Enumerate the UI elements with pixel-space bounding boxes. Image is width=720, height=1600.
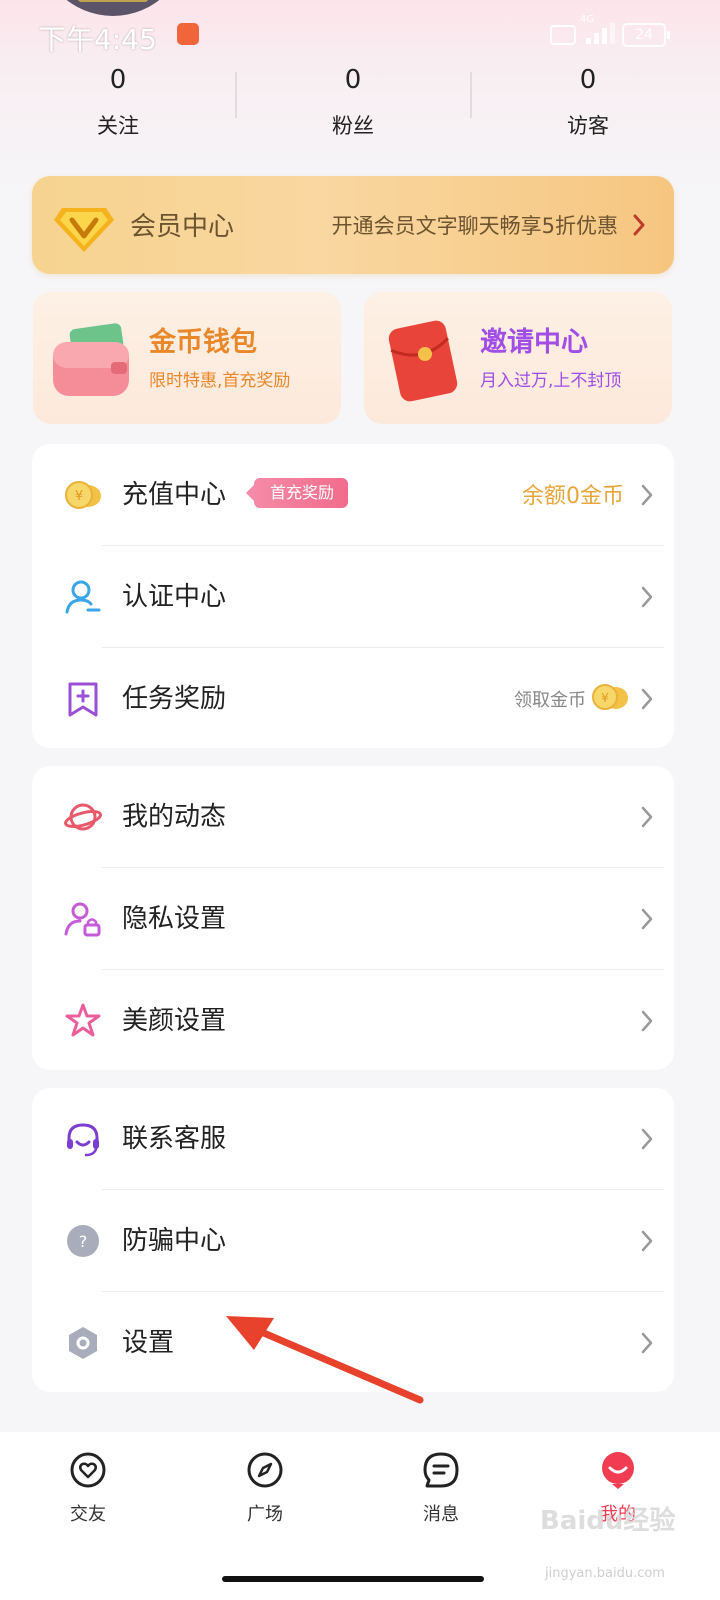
svg-text:¥: ¥ [75, 489, 83, 504]
invite-center-card[interactable]: 邀请中心 月入过万,上不封顶 [364, 292, 672, 424]
heart-chat-icon [70, 1452, 106, 1488]
coin-wallet-card[interactable]: 金币钱包 限时特惠,首充奖励 [33, 292, 341, 424]
chevron-right-icon [641, 688, 653, 710]
status-bar: 下午4:45 4G 24 [0, 0, 720, 66]
stat-label: 粉丝 [332, 114, 374, 138]
star-icon [65, 1003, 101, 1037]
avatar[interactable] [38, 0, 188, 16]
nav-label: 消息 [423, 1504, 459, 1525]
stat-label: 关注 [97, 114, 139, 138]
divider [235, 72, 237, 118]
menu-group-account: ¥ 充值中心 首充奖励 余额0金币 认证中心 任务奖励 领取金币 ¥ [32, 444, 674, 748]
chevron-right-icon [641, 1128, 653, 1150]
signal-icon [578, 22, 615, 44]
annotation-arrow [226, 1316, 424, 1404]
menu-item-anti-fraud[interactable]: ? 防骗中心 [32, 1190, 674, 1292]
wallet-icon [53, 323, 129, 396]
invite-subtitle: 月入过万,上不封顶 [480, 371, 622, 391]
profile-icon [602, 1452, 634, 1489]
question-icon: ? [67, 1225, 99, 1257]
compass-icon [247, 1452, 283, 1488]
coin-stack-icon: ¥ [592, 684, 628, 710]
menu-label: 我的动态 [122, 802, 227, 832]
chevron-right-icon [641, 586, 653, 608]
nav-tab-friends[interactable]: 交友 [33, 1450, 143, 1526]
chevron-right-icon [641, 1010, 653, 1032]
menu-item-verification[interactable]: 认证中心 [32, 546, 674, 648]
stat-count: 0 [109, 65, 127, 95]
invite-title: 邀请中心 [480, 327, 588, 358]
nav-label: 交友 [70, 1504, 106, 1525]
app-notification-icon [177, 23, 199, 45]
claim-coins-text: 领取金币 [514, 690, 586, 711]
battery-icon: 24 [622, 23, 670, 47]
gear-icon [69, 1327, 97, 1359]
first-recharge-badge: 首充奖励 [245, 478, 349, 508]
status-time: 下午4:45 [38, 23, 157, 56]
nav-tab-messages[interactable]: 消息 [386, 1450, 496, 1526]
watermark-url: jingyan.baidu.com [545, 1566, 665, 1581]
stat-count: 0 [579, 65, 597, 95]
menu-label: 美颜设置 [122, 1006, 227, 1036]
menu-label: 认证中心 [122, 582, 227, 612]
menu-item-customer-service[interactable]: 联系客服 [32, 1088, 674, 1190]
menu-label: 联系客服 [122, 1124, 227, 1154]
stat-count: 0 [344, 65, 362, 95]
hd-icon [550, 25, 576, 45]
menu-item-task-rewards[interactable]: 任务奖励 领取金币 ¥ [32, 648, 674, 750]
nav-label: 广场 [247, 1504, 283, 1525]
profile-stats: 0 关注 0 粉丝 0 访客 [0, 60, 720, 160]
chevron-right-icon [641, 806, 653, 828]
message-icon [423, 1452, 459, 1488]
chevron-right-icon [641, 1230, 653, 1252]
balance-value: 余额0金币 [522, 484, 624, 509]
vip-title: 会员中心 [130, 212, 235, 242]
menu-item-recharge[interactable]: ¥ 充值中心 首充奖励 余额0金币 [32, 444, 674, 546]
red-envelope-icon [388, 320, 458, 402]
wallet-subtitle: 限时特惠,首充奖励 [149, 371, 291, 391]
menu-group-profile: 我的动态 隐私设置 美颜设置 [32, 766, 674, 1070]
chevron-right-icon [641, 1332, 653, 1354]
chevron-right-icon [641, 484, 653, 506]
menu-label: 任务奖励 [122, 684, 227, 714]
stat-visitors[interactable]: 0 访客 [488, 60, 688, 140]
bookmark-plus-icon [68, 682, 98, 717]
vip-promo-text: 开通会员文字聊天畅享5折优惠 [331, 214, 618, 238]
menu-item-privacy-settings[interactable]: 隐私设置 [32, 868, 674, 970]
user-lock-icon [64, 902, 101, 937]
svg-text:?: ? [79, 1232, 88, 1251]
menu-label: 充值中心 [122, 480, 227, 510]
menu-label: 隐私设置 [122, 904, 227, 934]
home-indicator[interactable] [222, 1576, 484, 1582]
nav-tab-plaza[interactable]: 广场 [210, 1450, 320, 1526]
user-verify-icon [65, 580, 101, 614]
coin-stack-icon: ¥ [65, 481, 101, 509]
stat-fans[interactable]: 0 粉丝 [253, 60, 453, 140]
menu-label: 防骗中心 [122, 1226, 227, 1256]
divider [470, 72, 472, 118]
planet-icon [64, 803, 102, 831]
chevron-right-icon [641, 908, 653, 930]
vip-center-banner[interactable]: 会员中心 开通会员文字聊天畅享5折优惠 [32, 176, 674, 274]
stat-following[interactable]: 0 关注 [18, 60, 218, 140]
menu-label: 设置 [122, 1328, 175, 1358]
stat-label: 访客 [567, 114, 609, 138]
watermark-brand: Baidu经验 [540, 1506, 676, 1536]
wallet-title: 金币钱包 [149, 327, 257, 358]
vip-diamond-icon [54, 208, 114, 252]
menu-item-beauty-settings[interactable]: 美颜设置 [32, 970, 674, 1072]
chevron-right-icon [633, 214, 645, 236]
headset-icon [67, 1123, 99, 1157]
menu-item-my-posts[interactable]: 我的动态 [32, 766, 674, 868]
svg-text:¥: ¥ [601, 691, 609, 705]
